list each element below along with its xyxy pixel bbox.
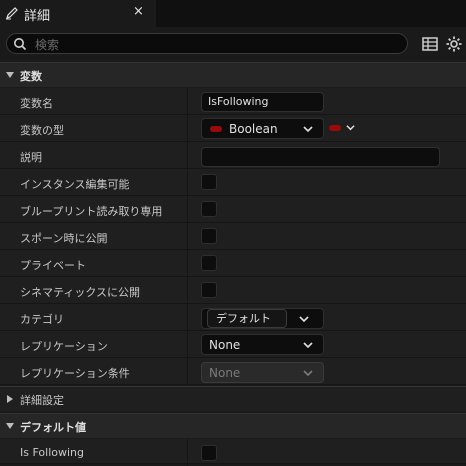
replication-condition-dropdown: None <box>201 362 324 383</box>
row-is-following: Is Following <box>0 439 466 466</box>
search-input[interactable] <box>33 35 397 54</box>
table-icon[interactable] <box>421 35 439 53</box>
gear-icon[interactable] <box>445 35 463 53</box>
instance-editable-checkbox[interactable] <box>201 174 217 190</box>
variable-type-dropdown[interactable]: Boolean <box>201 118 324 139</box>
private-checkbox[interactable] <box>201 255 217 271</box>
column-divider <box>187 358 188 385</box>
column-divider <box>187 142 188 169</box>
row-label: プライベート <box>20 259 86 272</box>
caret-down-icon <box>6 72 14 78</box>
row-label: 変数の型 <box>20 124 64 137</box>
row-private: プライベート <box>0 250 466 277</box>
search-box[interactable] <box>6 33 408 54</box>
section-default-value[interactable]: デフォルト値 <box>0 413 466 438</box>
section-variables[interactable]: 変数 <box>0 62 466 87</box>
row-blueprint-readonly: ブループリント読み取り専用 <box>0 196 466 223</box>
row-label: インスタンス編集可能 <box>20 178 130 191</box>
type-color-pill <box>210 126 222 132</box>
replication-dropdown[interactable]: None <box>201 334 324 355</box>
replication-condition-value: None <box>209 366 241 380</box>
row-replication-condition: レプリケーション条件 None <box>0 358 466 385</box>
column-divider <box>187 88 188 115</box>
chevron-down-icon <box>303 370 313 377</box>
row-label: スポーン時に公開 <box>20 232 108 245</box>
row-variable-name: 変数名 IsFollowing <box>0 88 466 115</box>
pencil-icon <box>6 7 18 20</box>
tab-title: 詳細 <box>24 9 51 24</box>
column-divider <box>187 169 188 196</box>
expose-to-cinematics-checkbox[interactable] <box>201 282 217 298</box>
chevron-down-icon <box>346 125 355 131</box>
row-instance-editable: インスタンス編集可能 <box>0 169 466 196</box>
category-input[interactable]: デフォルト <box>207 309 287 328</box>
section-title: 変数 <box>20 70 42 83</box>
row-label: 説明 <box>20 151 42 164</box>
category-dropdown[interactable]: デフォルト <box>201 308 324 329</box>
container-type-pill <box>329 125 341 131</box>
column-divider <box>187 304 188 331</box>
replication-value: None <box>209 338 241 352</box>
row-expose-to-cinematics: シネマティックスに公開 <box>0 277 466 304</box>
row-label: 変数名 <box>20 97 53 110</box>
tab-bar: 詳細 × <box>0 0 466 27</box>
section-title: デフォルト値 <box>20 421 86 434</box>
row-description: 説明 <box>0 142 466 169</box>
chevron-down-icon <box>303 342 313 349</box>
section-title: 詳細設定 <box>20 394 64 407</box>
row-label: レプリケーション条件 <box>20 367 130 380</box>
row-label: シネマティックスに公開 <box>20 286 141 299</box>
close-icon[interactable]: × <box>133 4 144 19</box>
column-divider <box>187 277 188 304</box>
caret-right-icon <box>7 395 13 403</box>
row-replication: レプリケーション None <box>0 331 466 358</box>
row-label: ブループリント読み取り専用 <box>20 205 163 218</box>
row-label: カテゴリ <box>20 313 64 326</box>
row-label: レプリケーション <box>20 340 108 353</box>
expose-on-spawn-checkbox[interactable] <box>201 228 217 244</box>
blueprint-readonly-checkbox[interactable] <box>201 201 217 217</box>
column-divider <box>187 223 188 250</box>
column-divider <box>187 196 188 223</box>
tab-details[interactable]: 詳細 × <box>0 0 156 27</box>
variable-name-field[interactable]: IsFollowing <box>201 92 324 112</box>
chevron-down-icon <box>303 126 313 133</box>
row-variable-type: 変数の型 Boolean <box>0 115 466 142</box>
is-following-checkbox[interactable] <box>201 445 217 461</box>
section-advanced[interactable]: 詳細設定 <box>0 386 466 411</box>
variable-type-value: Boolean <box>229 122 278 136</box>
column-divider <box>187 331 188 358</box>
search-icon <box>14 38 27 51</box>
column-divider <box>187 250 188 277</box>
caret-down-icon <box>6 423 14 429</box>
container-type-dropdown[interactable] <box>329 121 359 135</box>
chevron-down-icon <box>299 316 309 323</box>
column-divider <box>187 115 188 142</box>
row-label: Is Following <box>20 446 84 459</box>
column-divider <box>187 439 188 466</box>
row-category: カテゴリ デフォルト <box>0 304 466 331</box>
description-field[interactable] <box>201 147 440 167</box>
row-expose-on-spawn: スポーン時に公開 <box>0 223 466 250</box>
